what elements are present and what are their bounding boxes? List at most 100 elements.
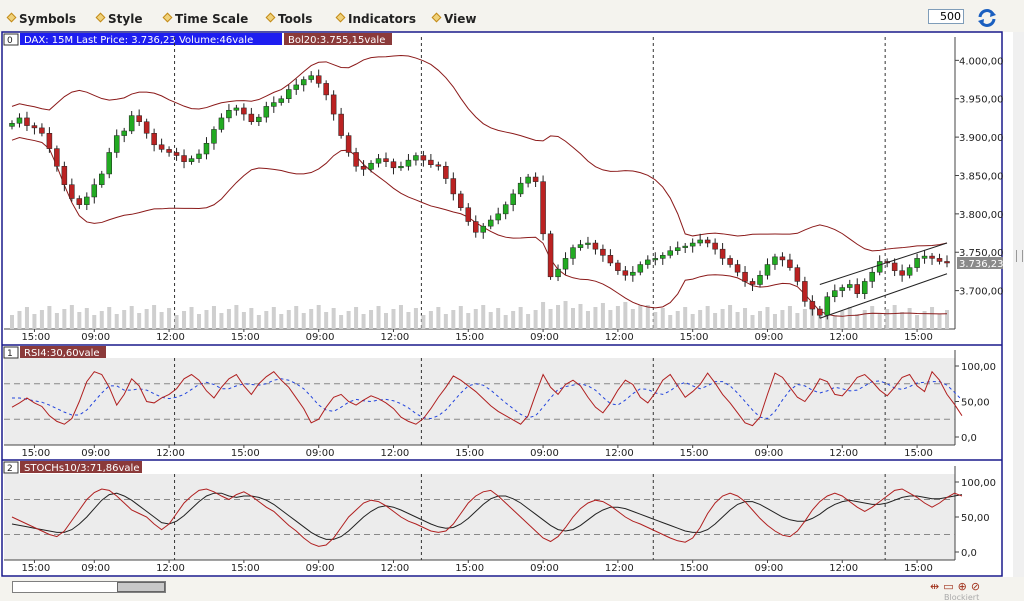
volume-bar — [346, 311, 351, 329]
volume-bar — [354, 307, 359, 329]
candle-body — [817, 308, 823, 316]
panel-index: 1 — [7, 349, 13, 359]
candle-body — [891, 262, 898, 271]
x-tick-label-main: 15:00 — [455, 332, 484, 343]
x-tick-label-main: 15:00 — [680, 332, 709, 343]
volume-bar — [219, 313, 224, 329]
candle-body — [487, 219, 494, 227]
volume-bar — [54, 313, 59, 329]
candle-body — [547, 233, 554, 278]
volume-bar — [107, 307, 112, 329]
candle-body — [570, 247, 576, 259]
candle-body — [832, 290, 838, 298]
candle-body — [413, 155, 419, 161]
candle-body — [660, 255, 666, 259]
candle-body — [24, 117, 30, 126]
x-tick-label-stoch: 15:00 — [904, 563, 933, 574]
price-badge: 3.736,23 — [959, 259, 1004, 270]
bollinger-label: Bol20:3.755,15vale — [288, 35, 385, 46]
candle-body — [779, 256, 786, 261]
x-tick-label-rsi: 15:00 — [231, 448, 260, 459]
x-tick-label-rsi: 12:00 — [380, 448, 409, 459]
candle-body — [39, 127, 45, 134]
candle-body — [944, 261, 950, 264]
candle-body — [861, 281, 868, 294]
candle-body — [704, 239, 711, 244]
volume-bar — [84, 308, 89, 329]
candle-body — [749, 281, 756, 285]
scroll-grip[interactable] — [1016, 250, 1023, 262]
candle-body — [256, 116, 262, 123]
candle-body — [203, 142, 210, 155]
volume-bar — [421, 315, 426, 329]
volume-bar — [241, 312, 246, 329]
candle-body — [615, 262, 621, 271]
volume-bar — [197, 314, 201, 329]
candle-body — [847, 284, 853, 288]
candle-body — [181, 155, 187, 162]
candle-body — [697, 239, 703, 244]
candle-body — [734, 264, 741, 273]
volume-bar — [930, 307, 935, 329]
candle-body — [854, 284, 860, 294]
volume-bar — [264, 311, 269, 329]
volume-bar — [795, 313, 800, 329]
volume-bar — [39, 310, 44, 329]
volume-bar — [900, 312, 905, 329]
volume-bar — [182, 311, 187, 329]
volume-bar — [885, 309, 890, 329]
horizontal-scrollbar[interactable] — [12, 581, 166, 593]
volume-bar — [226, 309, 231, 329]
candle-body — [525, 176, 531, 184]
candle-body — [435, 164, 442, 167]
candle-body — [196, 153, 202, 159]
volume-bar — [339, 315, 344, 329]
volume-bar — [62, 309, 67, 329]
volume-bar — [653, 312, 658, 329]
price-y-tick-label: 4.000,00 — [959, 56, 1004, 67]
candle-body — [375, 158, 382, 164]
x-tick-label-rsi: 15:00 — [455, 448, 484, 459]
candle-body — [645, 259, 651, 265]
volume-bar — [361, 314, 366, 329]
volume-bar — [114, 314, 119, 329]
rsi-y-tick-label: 0,0 — [961, 433, 977, 444]
volume-bar — [585, 311, 590, 329]
candle-body — [398, 166, 404, 169]
x-tick-label-rsi: 15:00 — [21, 448, 50, 459]
volume-bar — [249, 308, 254, 329]
volume-bar — [772, 314, 777, 329]
candle-body — [330, 94, 337, 115]
volume-bar — [24, 307, 29, 329]
candle-body — [540, 181, 546, 235]
main-panel-title: DAX: 15M Last Price: 3.736,23 Volume:46v… — [24, 35, 253, 46]
volume-bar — [384, 313, 388, 329]
candle-body — [555, 268, 561, 278]
scroll-thumb[interactable] — [117, 582, 165, 592]
volume-bar — [758, 311, 762, 329]
candle-body — [300, 79, 307, 86]
candle-body — [113, 135, 120, 153]
volume-bar — [728, 305, 733, 329]
candle-body — [876, 261, 883, 273]
candle-body — [689, 242, 696, 247]
vertical-scrollbar[interactable] — [1013, 32, 1024, 577]
candle-body — [869, 271, 875, 282]
candle-body — [592, 242, 599, 250]
x-tick-label-main: 15:00 — [231, 332, 260, 343]
candle-body — [682, 245, 688, 248]
candle-body — [211, 129, 217, 144]
panel-index: 0 — [7, 36, 13, 46]
stoch-panel-title: STOCHs10/3:71,86vale — [24, 463, 139, 474]
nav-controls[interactable]: ⇹▭⊕⊘ — [930, 580, 984, 593]
volume-bar — [526, 314, 531, 329]
volume-bar — [428, 311, 433, 329]
volume-bar — [204, 310, 209, 329]
x-tick-label-stoch: 12:00 — [380, 563, 409, 574]
volume-bar — [376, 306, 381, 329]
chart-canvas[interactable]: 0 DAX: 15M Last Price: 3.736,23 Volume:46… — [0, 0, 1013, 577]
volume-bar — [945, 310, 949, 329]
rsi-panel-title: RSI4:30,60vale — [24, 348, 100, 359]
x-tick-label-stoch: 15:00 — [455, 563, 484, 574]
candle-body — [143, 121, 150, 134]
